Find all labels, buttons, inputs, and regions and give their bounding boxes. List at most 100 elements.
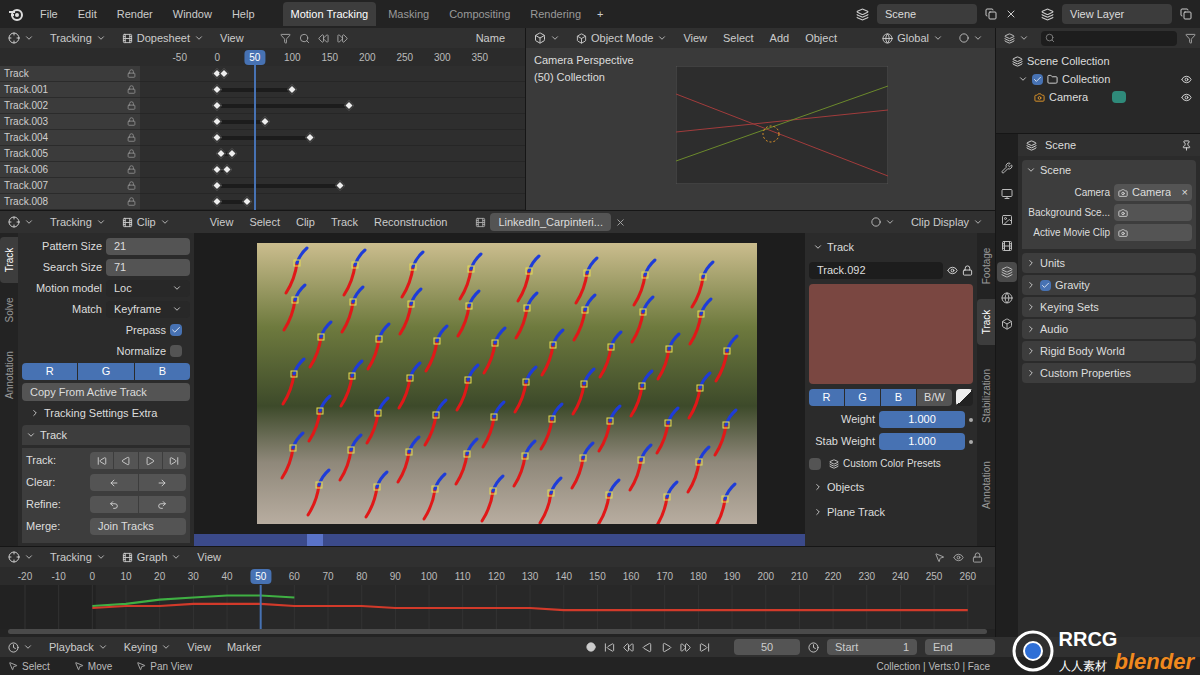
workspace-tab[interactable]: Compositing xyxy=(441,2,518,27)
panel-header[interactable]: Scene xyxy=(1022,160,1196,180)
keyframe[interactable] xyxy=(227,149,237,159)
track-frame-forward-button[interactable] xyxy=(139,452,162,469)
jump-key-forward-icon[interactable] xyxy=(680,642,691,653)
close-icon[interactable] xyxy=(615,217,626,228)
object-field[interactable] xyxy=(1114,204,1192,221)
menu-item[interactable]: Object xyxy=(801,30,841,47)
properties-tab[interactable] xyxy=(997,262,1017,282)
track-channel[interactable]: Track.004 xyxy=(0,130,140,146)
vertical-tab[interactable]: Footage xyxy=(977,237,995,295)
select-icon[interactable] xyxy=(934,552,945,563)
search-field[interactable] xyxy=(1041,31,1177,46)
object-field[interactable]: Camera× xyxy=(1114,184,1192,201)
menu-item[interactable]: Clip xyxy=(292,214,319,231)
jump-start-icon[interactable] xyxy=(604,642,615,653)
vertical-tab[interactable]: Annotation xyxy=(0,337,18,413)
panel-header[interactable]: Audio xyxy=(1022,319,1196,339)
pin-icon[interactable] xyxy=(1181,140,1192,151)
play-reverse-icon[interactable] xyxy=(642,642,653,653)
channel-toggle[interactable]: R xyxy=(809,389,844,406)
panel-header[interactable]: Plane Track xyxy=(809,502,973,522)
dropdown-field[interactable]: Keyframe xyxy=(106,301,190,318)
object-field[interactable] xyxy=(1114,224,1192,241)
blender-logo-icon[interactable] xyxy=(8,6,24,22)
clip-current-frame[interactable] xyxy=(307,534,323,546)
vertical-tab[interactable]: Track xyxy=(0,237,18,283)
track-forwards-button[interactable] xyxy=(163,452,186,469)
frame-ruler[interactable]: -20-100102030405060708090100110120130140… xyxy=(0,567,995,585)
view-layer-field[interactable]: View Layer xyxy=(1062,4,1172,25)
eye-icon[interactable] xyxy=(1181,74,1192,85)
outliner-row[interactable]: Camera xyxy=(996,88,1200,106)
close-icon[interactable] xyxy=(1005,8,1017,20)
frame-ruler[interactable]: -50050100150200250300350 xyxy=(140,48,525,66)
search-icon[interactable] xyxy=(299,33,310,44)
track-backwards-button[interactable] xyxy=(90,452,113,469)
track-name-field[interactable]: Track.092 xyxy=(809,262,943,279)
track-channel[interactable]: Track.008 xyxy=(0,194,140,210)
timeline-menu[interactable]: Keying xyxy=(120,637,176,658)
menu-item[interactable]: Marker xyxy=(223,639,265,656)
keyframe-dot[interactable] xyxy=(969,440,973,444)
keyframe[interactable] xyxy=(212,117,222,127)
workspace-tab[interactable]: Rendering xyxy=(522,2,589,27)
editor-dropdown[interactable]: Clip xyxy=(118,212,174,233)
end-frame-field[interactable]: End xyxy=(925,639,995,656)
menu-item[interactable]: File xyxy=(36,6,62,23)
start-frame-field[interactable]: Start1 xyxy=(827,639,917,656)
copy-from-active-button[interactable]: Copy From Active Track xyxy=(22,383,190,401)
scrollbar[interactable] xyxy=(0,629,995,637)
scene-field[interactable]: Scene xyxy=(877,4,977,25)
menu-item[interactable]: Add xyxy=(766,30,794,47)
clear-button[interactable]: × xyxy=(1182,184,1188,201)
track-channel[interactable]: Track.007 xyxy=(0,178,140,194)
panel-header[interactable]: Tracking Settings Extra xyxy=(22,404,190,422)
editor-dropdown[interactable] xyxy=(530,30,564,46)
panel-header[interactable]: Gravity xyxy=(1022,275,1196,295)
keyframe[interactable] xyxy=(287,85,297,95)
menu-item[interactable]: View xyxy=(183,639,215,656)
track-channel[interactable]: Track xyxy=(0,66,140,82)
record-icon[interactable] xyxy=(586,642,596,652)
current-frame-line[interactable] xyxy=(254,64,256,210)
copy-icon[interactable] xyxy=(985,8,997,20)
properties-tab[interactable] xyxy=(997,210,1017,230)
expand-icon[interactable] xyxy=(1018,74,1028,84)
number-field[interactable]: 21 xyxy=(106,238,190,255)
workspace-tab[interactable]: Motion Tracking xyxy=(283,2,377,27)
tool-dropdown[interactable] xyxy=(4,214,38,230)
properties-tab[interactable] xyxy=(997,236,1017,256)
editor-dropdown[interactable]: Graph xyxy=(118,547,186,568)
grayscale-icon[interactable] xyxy=(956,389,973,406)
keyframe[interactable] xyxy=(212,197,222,207)
menu-item[interactable]: Help xyxy=(228,6,259,23)
filter-icon[interactable] xyxy=(280,33,291,44)
number-field[interactable]: 71 xyxy=(106,259,190,276)
panel-header[interactable]: Custom Properties xyxy=(1022,363,1196,383)
menu-item[interactable]: Edit xyxy=(74,6,101,23)
channel-toggle[interactable]: B/W xyxy=(917,389,952,406)
add-workspace-button[interactable]: + xyxy=(593,6,607,23)
menu-item[interactable]: Render xyxy=(113,6,157,23)
menu-item[interactable]: Reconstruction xyxy=(370,214,451,231)
clip-view[interactable] xyxy=(194,233,805,546)
pivot-dropdown[interactable] xyxy=(955,31,987,45)
eye-icon[interactable] xyxy=(953,552,964,563)
track-color-swatch[interactable] xyxy=(809,284,973,384)
weight-slider[interactable]: 1.000 xyxy=(879,433,965,450)
channel-toggle[interactable]: B xyxy=(881,389,916,406)
panel-header[interactable]: Rigid Body World xyxy=(1022,341,1196,361)
collection-checkbox[interactable] xyxy=(1032,74,1043,85)
lock-icon[interactable] xyxy=(127,149,136,158)
clock-icon[interactable] xyxy=(808,642,819,653)
menu-item[interactable]: Window xyxy=(169,6,216,23)
tool-dropdown[interactable] xyxy=(4,30,38,46)
clear-before-button[interactable] xyxy=(90,474,138,491)
editor-dropdown[interactable] xyxy=(1000,31,1033,46)
lock-icon[interactable] xyxy=(962,265,973,276)
panel-checkbox[interactable] xyxy=(1040,280,1051,291)
current-frame-field[interactable]: 50 xyxy=(734,639,800,656)
orientation-dropdown[interactable]: Global xyxy=(878,28,947,49)
join-tracks-button[interactable]: Join Tracks xyxy=(90,518,186,535)
refine-forward-button[interactable] xyxy=(139,496,187,513)
